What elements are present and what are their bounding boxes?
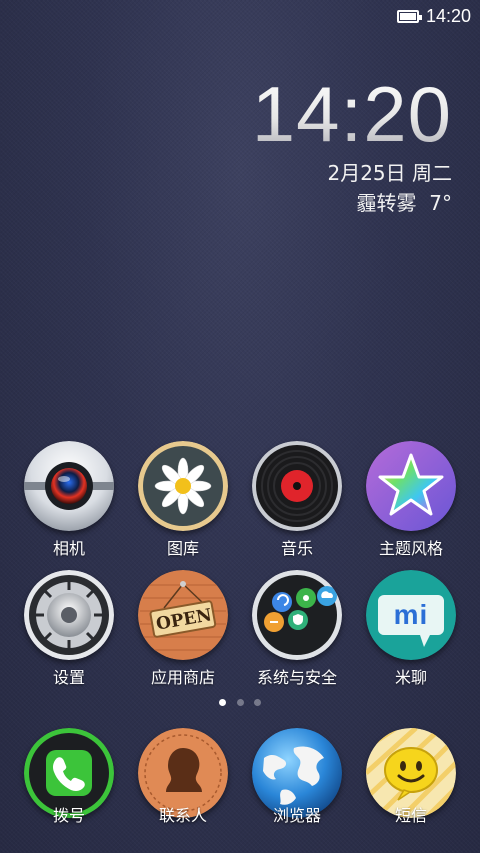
app-store-icon: OPEN — [138, 570, 228, 660]
app-label: 拨号 — [52, 806, 85, 825]
status-time: 14:20 — [425, 6, 471, 26]
app-label: 系统与安全 — [256, 668, 337, 687]
page-dot[interactable] — [254, 699, 261, 706]
app-label: 浏览器 — [272, 806, 321, 825]
weather-condition: 霾转雾 — [356, 191, 417, 215]
battery-fill — [400, 13, 416, 20]
app-label: 相机 — [52, 539, 85, 558]
clock-time: 14:20 — [251, 70, 452, 158]
app-label: 设置 — [52, 668, 85, 687]
clock-widget[interactable]: 14:20 2月25日 周二 霾转雾 7° — [252, 70, 452, 218]
dock: 拨号 联系人 浏览器 短信 — [0, 720, 480, 853]
app-phone[interactable]: 拨号 — [12, 728, 126, 826]
page-dot[interactable] — [219, 699, 226, 706]
app-browser[interactable]: 浏览器 — [240, 728, 354, 826]
weather-temperature: 7° — [429, 191, 452, 215]
gallery-icon — [138, 441, 228, 531]
app-camera[interactable]: 相机 — [12, 441, 126, 559]
music-icon — [252, 441, 342, 531]
app-row-2: 设置 OPEN 应用商店 系统与安全 mi 米聊 — [0, 570, 480, 700]
app-contacts[interactable]: 联系人 — [126, 728, 240, 826]
status-bar: 14:20 — [0, 0, 480, 36]
settings-icon — [24, 570, 114, 660]
app-label: 短信 — [394, 806, 427, 825]
page-dot[interactable] — [237, 699, 244, 706]
app-label: 米聊 — [394, 668, 427, 687]
app-label: 联系人 — [158, 806, 207, 825]
app-label: 音乐 — [280, 539, 313, 558]
miliao-logo-text: mi — [393, 599, 429, 630]
app-system-security[interactable]: 系统与安全 — [240, 570, 354, 688]
battery-icon — [397, 10, 422, 23]
app-music[interactable]: 音乐 — [240, 441, 354, 559]
app-label: 图库 — [166, 539, 199, 558]
weather-line: 霾转雾 7° — [252, 188, 452, 218]
system-security-icon — [252, 570, 342, 660]
app-theme[interactable]: 主题风格 — [354, 441, 468, 559]
app-store[interactable]: OPEN 应用商店 — [126, 570, 240, 688]
app-label: 应用商店 — [150, 668, 215, 687]
page-indicator — [0, 699, 480, 709]
app-messaging[interactable]: 短信 — [354, 728, 468, 826]
app-row-1: 相机 图库 音乐 主题风格 — [0, 441, 480, 571]
clock-date: 2月25日 周二 — [327, 161, 452, 185]
miliao-icon: mi — [366, 570, 456, 660]
app-settings[interactable]: 设置 — [12, 570, 126, 688]
theme-icon — [366, 441, 456, 531]
app-gallery[interactable]: 图库 — [126, 441, 240, 559]
app-label: 主题风格 — [378, 539, 443, 558]
app-miliao[interactable]: mi 米聊 — [354, 570, 468, 688]
camera-icon — [24, 441, 114, 531]
